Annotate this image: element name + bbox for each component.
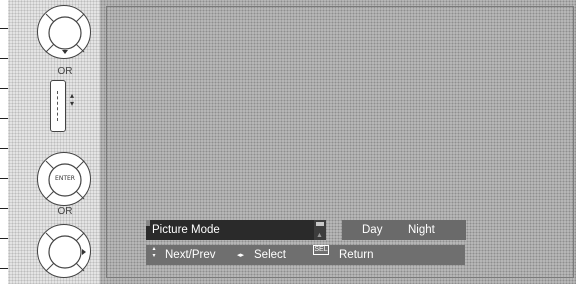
option-night[interactable]: Night: [408, 220, 435, 240]
enter-label: ENTER: [55, 175, 75, 182]
margin-tick: [0, 238, 8, 239]
margin-tick: [0, 268, 8, 269]
scrollbar[interactable]: ▲: [314, 220, 326, 240]
dpad-down-icon[interactable]: [37, 5, 91, 59]
margin-tick: [0, 148, 8, 149]
dpad-right-icon[interactable]: [37, 224, 91, 278]
tv-screen: [100, 0, 576, 284]
scrollbar-thumb[interactable]: [316, 222, 324, 226]
rocker-divider: [57, 91, 59, 121]
next-prev-hint: Next/Prev: [165, 249, 216, 261]
return-hint: Return: [339, 249, 374, 261]
margin-tick: [0, 178, 8, 179]
margin-tick: [0, 208, 8, 209]
margin-tick: [0, 58, 8, 59]
updown-arrows-icon: ▴ ▾: [152, 245, 156, 259]
sel-key-icon: SEL: [313, 245, 329, 255]
option-day[interactable]: Day: [362, 220, 382, 240]
margin-tick: [0, 88, 8, 89]
picture-mode-label: Picture Mode: [152, 224, 220, 236]
rocker-arrows-icon: ▴ ▾: [69, 91, 74, 108]
or-label: OR: [57, 206, 73, 217]
leftright-arrows-icon: ◂▸: [237, 251, 245, 259]
updown-rocker-icon[interactable]: [50, 80, 66, 132]
enter-button-icon[interactable]: ENTER: [37, 152, 91, 206]
lock-icon: ▲: [316, 232, 323, 239]
select-hint: Select: [254, 249, 286, 261]
help-bar: ▴ ▾ Next/Prev ◂▸ Select SEL Return: [146, 245, 465, 265]
margin-tick: [0, 28, 8, 29]
picture-mode-menu-item[interactable]: Picture Mode: [146, 220, 326, 240]
scroll-marker-icon: [146, 220, 150, 226]
picture-mode-options: Day Night: [342, 220, 466, 240]
remote-panel: OR ▴ ▾ ENTER OR: [8, 0, 100, 284]
osd-menu-row: Picture Mode ▲ Day Night: [146, 219, 466, 240]
or-label: OR: [57, 66, 73, 77]
margin-tick: [0, 118, 8, 119]
